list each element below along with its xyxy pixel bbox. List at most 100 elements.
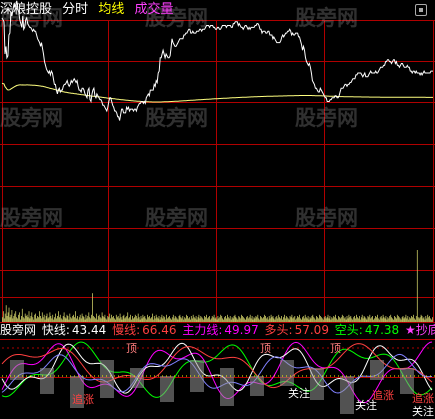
volume-bar [79, 314, 81, 322]
volume-bar [312, 314, 314, 322]
volume-bar [241, 314, 242, 322]
indicator-band [160, 376, 174, 402]
indicator-band [400, 368, 414, 394]
indicator-band [220, 368, 234, 406]
volume-bars [2, 250, 433, 322]
volume-bar [227, 314, 228, 322]
volume-bar [63, 312, 65, 322]
watermark-text: 股旁网 [145, 206, 208, 230]
volume-bar [66, 314, 68, 322]
volume-bar [34, 314, 36, 322]
settings-icon[interactable] [415, 4, 427, 16]
stock-name[interactable]: 深粮控股 [0, 2, 52, 17]
volume-bar [55, 313, 56, 322]
volume-bar [28, 311, 30, 322]
indicator-band [10, 360, 24, 380]
main-line-label: 主力线: [182, 323, 223, 337]
volume-bar [142, 314, 144, 322]
volume-bar [137, 313, 139, 322]
volume-bar [172, 314, 174, 322]
watch-marker: 关注 [355, 399, 377, 412]
volume-bar [130, 314, 131, 322]
indicator-band [250, 376, 264, 396]
indicator-band [370, 360, 384, 380]
chase-marker: 追涨 [412, 392, 434, 405]
volume-bar [278, 314, 280, 322]
volume-bar [249, 314, 251, 322]
long-value: 57.09 [294, 323, 329, 337]
volume-bar [69, 313, 71, 322]
volume-bar [59, 314, 61, 322]
volume-bar [26, 314, 28, 322]
volume-bar [39, 311, 40, 322]
volume-bar [234, 314, 236, 322]
volume-bar [10, 314, 12, 322]
volume-bar [369, 314, 371, 322]
volume-bar [405, 314, 407, 322]
watermark-text: 股旁网 [295, 106, 358, 130]
fast-line-value: 43.44 [71, 323, 107, 337]
volume-bar [31, 312, 33, 322]
volume-bar [348, 314, 350, 322]
volume-bar [19, 312, 20, 322]
volume-bar [220, 314, 222, 322]
volume-bar [75, 311, 76, 322]
indicator-band [100, 360, 114, 398]
bottom-label: ★抄底: [405, 323, 435, 337]
slow-line-label: 慢线: [112, 323, 141, 337]
volume-bar [134, 314, 136, 322]
indicator-name[interactable]: 股旁网 [0, 323, 36, 337]
volume-bar [43, 314, 45, 322]
volume-bar [382, 314, 384, 322]
slow-line-value: 66.46 [142, 323, 177, 337]
volume-bar [147, 314, 148, 322]
indicator-band [340, 376, 354, 414]
volume-bar [18, 314, 19, 322]
volume-bar [192, 314, 194, 322]
volume-bar [396, 314, 398, 322]
top-marker: 顶 [260, 342, 271, 355]
indicator-band [40, 368, 54, 394]
chart-header: 深粮控股 分时 均线 成交量 [0, 0, 435, 20]
volume-bar [96, 313, 97, 322]
average-price-line [1, 82, 433, 103]
indicator-legend: 股旁网 快线: 43.44 慢线: 66.46 主力线: 49.97 多头: 57.09… [0, 322, 435, 339]
volume-bar [291, 314, 293, 322]
indicator-band [190, 360, 204, 392]
volume-bar [98, 314, 100, 322]
volume-bar [206, 314, 207, 322]
volume-bar [88, 312, 90, 322]
volume-bar [15, 311, 17, 322]
volume-bar [284, 314, 285, 322]
chase-marker: 追涨 [72, 393, 94, 406]
avg-line-label: 均线 [98, 2, 125, 17]
chart-mode[interactable]: 分时 [62, 2, 88, 17]
main-line-value: 49.97 [224, 323, 259, 337]
volume-bar [390, 314, 392, 322]
volume-bar [46, 313, 48, 322]
volume-bar [198, 314, 200, 322]
short-value: 47.38 [364, 323, 400, 337]
volume-bar [104, 314, 106, 322]
volume-bar [257, 314, 259, 322]
volume-bar [41, 312, 43, 322]
volume-bar [304, 314, 306, 322]
volume-bar [264, 314, 265, 322]
volume-bar [416, 250, 418, 322]
top-marker: 顶 [126, 342, 137, 355]
volume-bar [213, 314, 215, 322]
blue-line [1, 353, 433, 394]
watermark-text: 股旁网 [0, 206, 63, 230]
watch-marker: 关注 [288, 387, 310, 400]
volume-bar [119, 313, 121, 322]
volume-bar [81, 313, 83, 322]
volume-bar [52, 314, 54, 322]
volume-bar [7, 312, 9, 322]
volume-bar [319, 314, 320, 322]
volume-bar [123, 314, 125, 322]
volume-bar [327, 314, 329, 322]
fast-line-label: 快线: [41, 323, 70, 337]
volume-bar [361, 314, 363, 322]
volume-bar [85, 314, 87, 322]
volume-bar [420, 314, 422, 322]
